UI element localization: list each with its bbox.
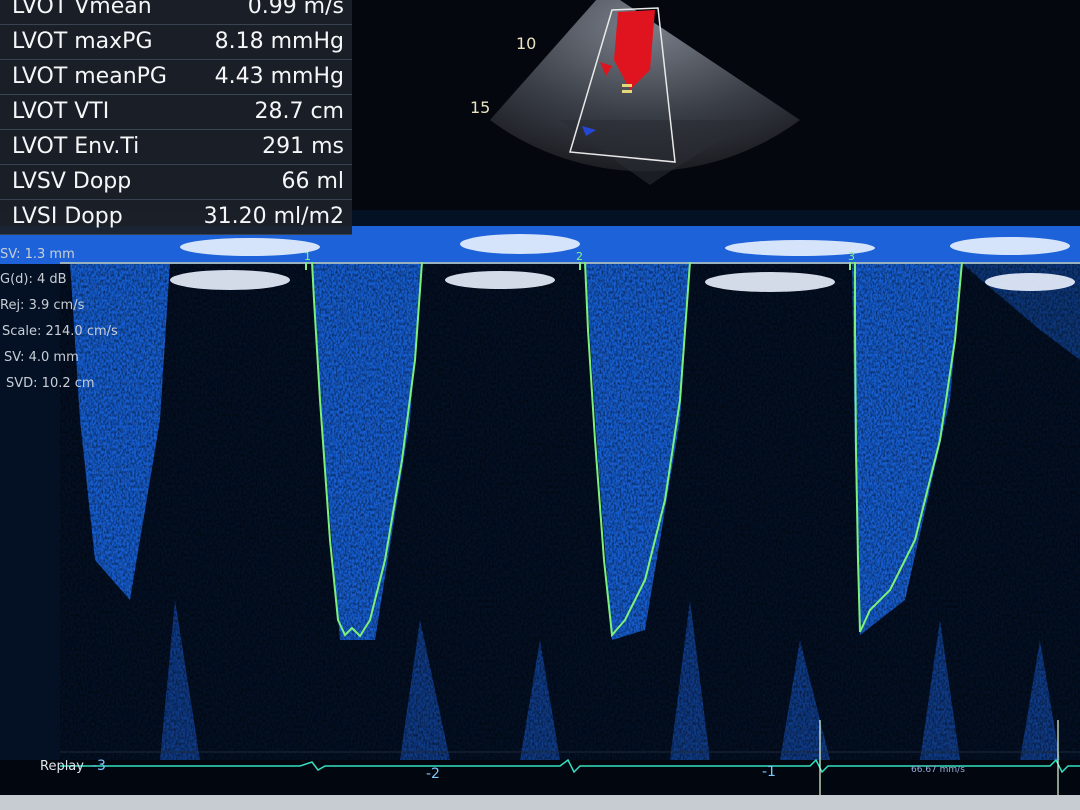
measurement-value: 31.20 ml/m2	[203, 204, 344, 229]
scan-param-gain: G(d): 4 dB	[0, 272, 67, 287]
cycle-marker: 2	[576, 250, 583, 263]
measurement-value: 4.43 mmHg	[214, 64, 344, 89]
time-tick: -1	[762, 764, 776, 780]
scan-param-svd: SVD: 10.2 cm	[6, 376, 95, 391]
measurement-row: LVOT meanPG 4.43 mmHg	[0, 60, 352, 95]
measurement-label: LVSV Dopp	[12, 169, 132, 194]
measurement-label: LVOT maxPG	[12, 29, 153, 54]
cycle-marker: 3	[848, 250, 855, 263]
measurement-label: LVOT Vmean	[12, 0, 152, 19]
measurement-value: 291 ms	[262, 134, 344, 159]
measurement-label: LVOT Env.Ti	[12, 134, 140, 159]
measurement-row: LVOT VTI 28.7 cm	[0, 95, 352, 130]
replay-label: Replay	[40, 759, 84, 774]
measurement-panel: LVOT Vmean 0.99 m/s LVOT maxPG 8.18 mmHg…	[0, 0, 352, 235]
time-tick: -2	[426, 766, 440, 782]
scan-param-sv: SV: 1.3 mm	[0, 247, 75, 262]
measurement-label: LVSI Dopp	[12, 204, 123, 229]
measurement-value: 0.99 m/s	[247, 0, 344, 19]
time-tick: -3	[92, 758, 106, 774]
measurement-row: LVOT Vmean 0.99 m/s	[0, 0, 352, 25]
measurement-row: LVOT Env.Ti 291 ms	[0, 130, 352, 165]
measurement-label: LVOT VTI	[12, 99, 110, 124]
sweep-speed: 66.67 mm/s	[911, 765, 965, 775]
cycle-marker: 1	[304, 250, 311, 263]
measurement-value: 66 ml	[281, 169, 344, 194]
scan-param-rej: Rej: 3.9 cm/s	[0, 298, 85, 313]
measurement-label: LVOT meanPG	[12, 64, 167, 89]
measurement-value: 8.18 mmHg	[214, 29, 344, 54]
depth-marker: 15	[470, 98, 491, 117]
measurement-row: LVSI Dopp 31.20 ml/m2	[0, 200, 352, 235]
measurement-row: LVOT maxPG 8.18 mmHg	[0, 25, 352, 60]
monitor-bezel	[0, 795, 1080, 810]
scan-param-scale: Scale: 214.0 cm/s	[2, 324, 118, 339]
depth-marker: 10	[516, 34, 537, 53]
scan-param-sv-size: SV: 4.0 mm	[4, 350, 79, 365]
measurement-value: 28.7 cm	[254, 99, 344, 124]
measurement-row: LVSV Dopp 66 ml	[0, 165, 352, 200]
